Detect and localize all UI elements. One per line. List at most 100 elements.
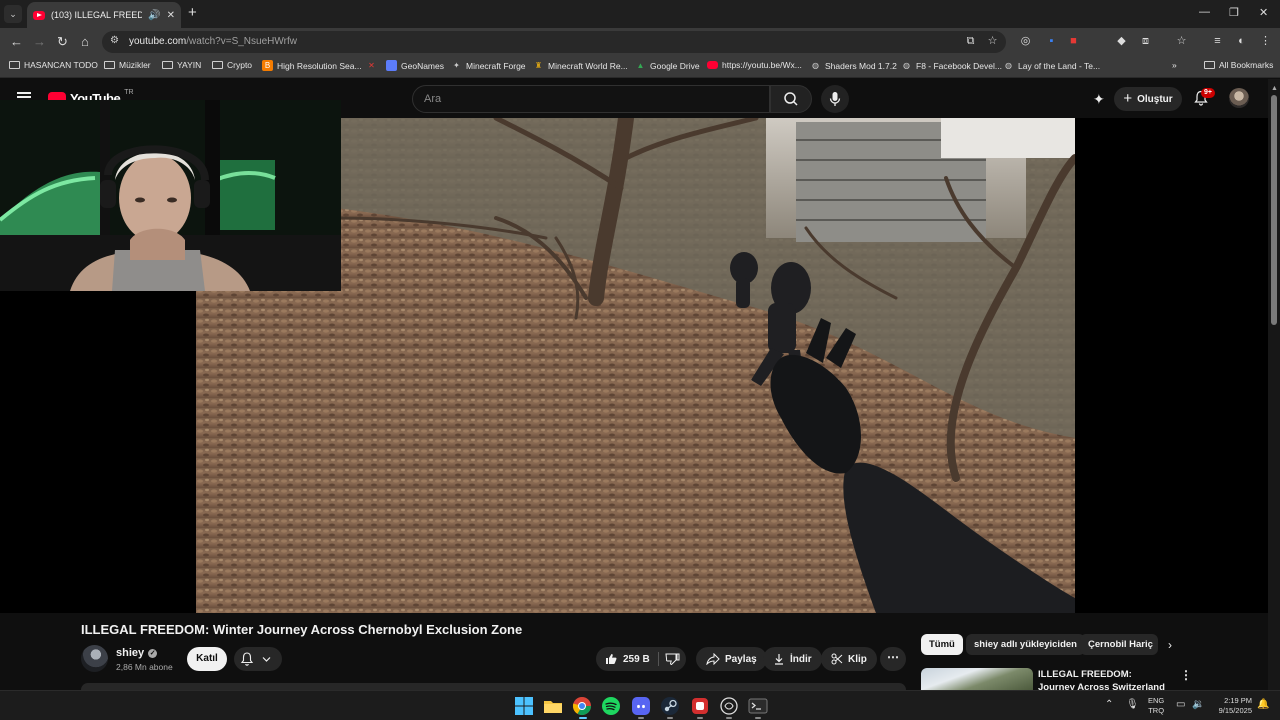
restore-window-button[interactable]: ❐ — [1229, 6, 1239, 19]
microphone-tray-icon[interactable]: 🎙 — [1126, 699, 1139, 710]
chatgpt-icon[interactable] — [719, 696, 739, 716]
clip-button[interactable]: Klip — [821, 647, 877, 671]
chatgpt-active-indicator — [726, 717, 732, 719]
volume-icon[interactable]: 🔉 — [1192, 699, 1204, 710]
bookmark-folder[interactable]: HASANCAN TODO — [9, 60, 98, 70]
globe-icon: ◍ — [903, 61, 910, 70]
globe-icon: ◍ — [1005, 61, 1012, 70]
browser-toolbar: ← → ↻ ⌂ ⚙ youtube.com/watch?v=S_NsueHWrf… — [0, 28, 1280, 56]
bookmark-link[interactable]: ◍ F8 - Facebook Devel... — [901, 60, 1002, 71]
share-button[interactable]: Paylaş — [696, 647, 767, 671]
new-tab-button[interactable]: + — [188, 5, 197, 21]
reload-button[interactable]: ↻ — [57, 34, 68, 50]
browser-tab-youtube[interactable]: (103) ILLEGAL FREEDOM: W 🔊 ✕ — [27, 2, 181, 28]
premium-sparkle-icon[interactable]: ✦ — [1093, 91, 1105, 108]
search-button[interactable] — [770, 85, 812, 113]
chip-from-uploader[interactable]: shiey adlı yükleyiciden — [966, 634, 1085, 655]
windows-taskbar: ⌃ 🎙 ENG TRQ ▭ 🔉 2:19 PM 9/15/2025 🔔 — [0, 690, 1280, 720]
bookmark-link[interactable]: GeoNames — [386, 60, 444, 71]
chip-chernobyl-excluded[interactable]: Çernobil Hariç — [1080, 634, 1158, 655]
minimize-window-button[interactable]: — — [1199, 6, 1210, 18]
steam-active-indicator — [667, 717, 673, 719]
extension-red-icon[interactable]: ■ — [1067, 35, 1080, 48]
site-info-icon[interactable]: ⚙ — [110, 35, 119, 46]
address-url[interactable]: youtube.com/watch?v=S_NsueHWrfw — [129, 36, 297, 47]
like-divider — [658, 652, 659, 666]
bookmark-link[interactable]: ✕ — [366, 60, 377, 71]
page-scrollbar[interactable]: ▲ — [1268, 79, 1280, 690]
folder-icon — [1204, 61, 1215, 69]
bookmark-folder[interactable]: Crypto — [212, 60, 252, 70]
join-button[interactable]: Katıl — [187, 647, 227, 671]
scissors-icon — [831, 653, 843, 665]
chips-next-chevron-icon[interactable]: › — [1168, 638, 1172, 652]
chrome-icon[interactable] — [572, 696, 592, 716]
more-actions-button[interactable]: ⋯ — [880, 647, 906, 671]
file-explorer-icon[interactable] — [543, 696, 563, 716]
scroll-up-arrow-icon[interactable]: ▲ — [1271, 85, 1278, 92]
recommended-video-thumbnail[interactable] — [921, 668, 1033, 690]
bookmark-star-icon[interactable]: ☆ — [986, 35, 999, 48]
home-icon[interactable]: ⌂ — [81, 34, 89, 50]
bookmark-link[interactable]: ▲ Google Drive — [635, 60, 700, 71]
reading-list-icon[interactable]: ☆ — [1175, 35, 1188, 48]
bookmark-link[interactable]: B High Resolution Sea... — [262, 60, 362, 71]
browser-menu-icon[interactable]: ⋮ — [1259, 35, 1272, 48]
terminal-active-indicator — [755, 717, 761, 719]
channel-avatar[interactable] — [81, 645, 108, 672]
bookmark-link[interactable]: https://youtu.be/Wx... — [707, 60, 802, 70]
network-icon[interactable]: ▭ — [1176, 699, 1185, 710]
extensions-puzzle-icon[interactable]: ⧈ — [1139, 35, 1152, 48]
close-window-button[interactable]: ✕ — [1259, 6, 1268, 19]
steam-icon[interactable] — [660, 696, 680, 716]
channel-name-link[interactable]: shiey ✓ — [116, 647, 158, 659]
bookmark-folder[interactable]: Müzikler — [104, 60, 151, 70]
bell-chevron-icon — [240, 652, 271, 666]
forward-button[interactable]: → — [33, 34, 46, 50]
bookmark-link[interactable]: ♜ Minecraft World Re... — [533, 60, 628, 71]
tray-overflow-chevron-icon[interactable]: ⌃ — [1105, 699, 1113, 710]
like-dislike-group: 259 B — [596, 647, 686, 671]
create-button[interactable]: + Oluştur — [1114, 87, 1182, 111]
terminal-icon[interactable] — [748, 696, 768, 716]
scrollbar-thumb[interactable] — [1271, 95, 1277, 325]
thumbs-up-icon — [606, 654, 617, 664]
all-bookmarks-button[interactable]: All Bookmarks — [1204, 60, 1273, 70]
windows-start-icon[interactable] — [514, 696, 534, 716]
account-avatar[interactable] — [1229, 88, 1249, 108]
notification-center-icon[interactable]: 🔔 — [1257, 699, 1269, 710]
recommended-video-title[interactable]: ILLEGAL FREEDOM: Journey Across Switzerl… — [1038, 668, 1168, 690]
tab-close-icon[interactable]: ✕ — [167, 10, 175, 21]
media-controls-icon[interactable]: ≡ — [1211, 35, 1224, 48]
bookmarks-overflow-button[interactable]: » — [1172, 60, 1177, 70]
address-bar[interactable]: ⚙ youtube.com/watch?v=S_NsueHWrfw ⧉ ☆ — [102, 31, 1006, 53]
discord-active-indicator — [638, 717, 644, 719]
youtube-favicon-icon — [33, 10, 45, 20]
discord-icon[interactable] — [631, 696, 651, 716]
profile-icon[interactable]: ◐ — [1235, 35, 1248, 48]
extension-diamond-icon[interactable]: ◆ — [1115, 35, 1128, 48]
back-button[interactable]: ← — [10, 34, 23, 50]
bookmark-link[interactable]: ✦ Minecraft Forge — [451, 60, 525, 71]
input-language-indicator[interactable]: ENG TRQ — [1148, 696, 1164, 716]
extension-globe-icon[interactable]: ◎ — [1019, 35, 1032, 48]
bookmark-link[interactable]: ◍ Lay of the Land - Te... — [1003, 60, 1100, 71]
cast-icon[interactable]: ⧉ — [964, 35, 977, 48]
search-input[interactable] — [424, 93, 744, 105]
description-box[interactable] — [81, 683, 906, 690]
chip-all[interactable]: Tümü — [921, 634, 963, 655]
bookmark-folder[interactable]: YAYIN — [162, 60, 201, 70]
spotify-icon[interactable] — [601, 696, 621, 716]
tab-audio-icon[interactable]: 🔊 — [148, 10, 160, 21]
tab-search-button[interactable]: ⌄ — [4, 5, 22, 23]
subscription-notifications-button[interactable] — [234, 647, 282, 671]
dislike-button[interactable] — [660, 647, 686, 671]
app-red-icon[interactable] — [690, 696, 710, 716]
download-button[interactable]: İndir — [763, 647, 822, 671]
recommended-video-menu-icon[interactable]: ⋮ — [1180, 668, 1192, 682]
system-clock[interactable]: 2:19 PM 9/15/2025 — [1210, 696, 1252, 716]
extension-badge-icon[interactable]: ▪ — [1045, 35, 1058, 48]
voice-search-button[interactable] — [821, 85, 849, 113]
bookmark-link[interactable]: ◍ Shaders Mod 1.7.2 — [810, 60, 897, 71]
like-button[interactable]: 259 B — [596, 647, 654, 671]
